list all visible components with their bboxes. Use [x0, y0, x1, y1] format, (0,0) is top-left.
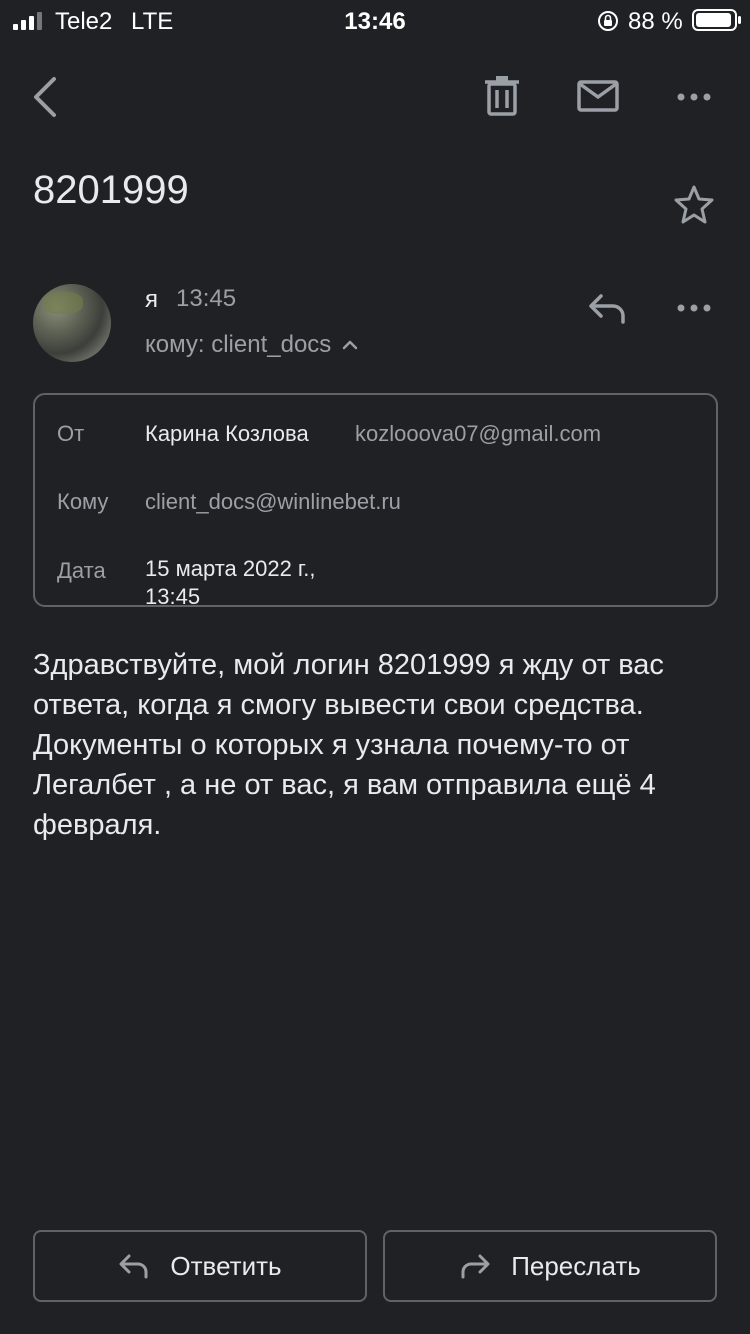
- status-bar: Tele2 LTE 13:46 88 %: [0, 0, 750, 40]
- delete-button[interactable]: [478, 70, 526, 122]
- more-horizontal-icon: [677, 93, 711, 101]
- orientation-lock-icon: [598, 11, 618, 31]
- date-value: 15 марта 2022 г., 13:45: [145, 556, 316, 609]
- email-time: 13:45: [176, 285, 237, 312]
- more-horizontal-icon: [677, 304, 711, 312]
- email-subject: 8201999: [33, 168, 189, 212]
- reply-label: Ответить: [170, 1250, 282, 1281]
- reply-icon: [589, 294, 625, 324]
- mail-icon: [577, 80, 619, 112]
- forward-icon: [461, 1254, 490, 1279]
- message-details: От Карина Козлова kozlooova07@gmail.com …: [33, 393, 718, 609]
- email-body: Здравствуйте, мой логин 8201999 я жду от…: [33, 649, 664, 841]
- back-button[interactable]: [22, 70, 68, 124]
- from-name: Карина Козлова: [145, 421, 309, 446]
- reply-button[interactable]: [580, 284, 634, 332]
- message-more-button[interactable]: [668, 286, 720, 330]
- battery-icon: [692, 9, 741, 31]
- to-label: Кому: [57, 489, 109, 514]
- forward-action-button[interactable]: Переслать: [383, 1230, 717, 1302]
- more-options-button[interactable]: [668, 74, 720, 120]
- star-button[interactable]: [668, 178, 720, 230]
- reply-icon: [119, 1254, 148, 1279]
- to-summary: кому: client_docs: [145, 331, 332, 358]
- battery-percent: 88 %: [628, 8, 683, 35]
- reply-action-button[interactable]: Ответить: [33, 1230, 367, 1302]
- date-label: Дата: [57, 558, 106, 583]
- star-icon: [674, 185, 714, 224]
- forward-label: Переслать: [511, 1250, 641, 1281]
- recipients-toggle[interactable]: кому: client_docs: [145, 331, 359, 359]
- from-label: От: [57, 421, 85, 446]
- sender-name: я: [145, 286, 158, 313]
- mark-unread-button[interactable]: [572, 70, 624, 122]
- sender-avatar[interactable]: [33, 284, 111, 362]
- back-icon: [34, 77, 56, 117]
- chevron-up-icon: [343, 340, 358, 350]
- from-email[interactable]: kozlooova07@gmail.com: [355, 421, 601, 447]
- trash-icon: [485, 76, 519, 116]
- to-email[interactable]: client_docs@winlinebet.ru: [145, 489, 401, 515]
